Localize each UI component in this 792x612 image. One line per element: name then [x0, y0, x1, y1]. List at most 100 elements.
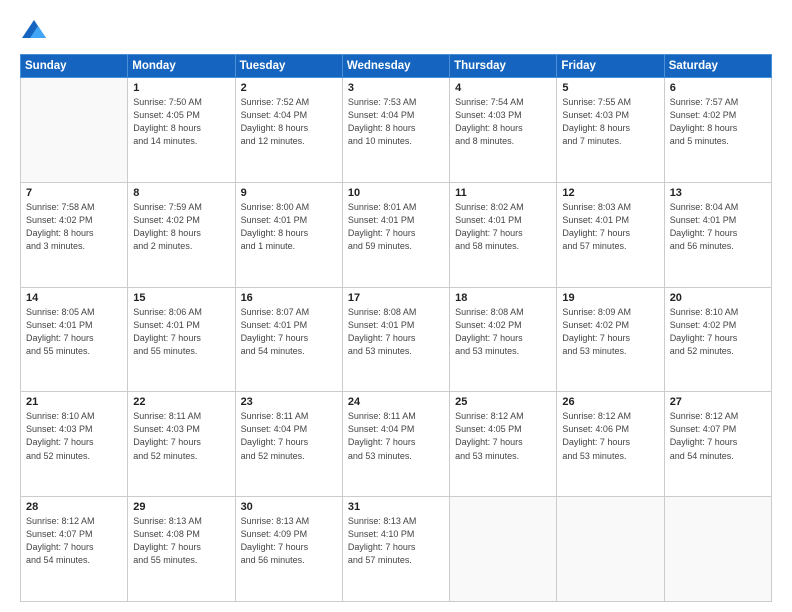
day-info: Sunrise: 8:05 AMSunset: 4:01 PMDaylight:… — [26, 306, 122, 358]
day-number: 28 — [26, 501, 122, 513]
day-number: 25 — [455, 396, 551, 408]
day-number: 26 — [562, 396, 658, 408]
calendar-cell: 14 Sunrise: 8:05 AMSunset: 4:01 PMDayligh… — [21, 287, 128, 392]
logo-icon — [20, 18, 48, 46]
calendar-cell: 18 Sunrise: 8:08 AMSunset: 4:02 PMDayligh… — [450, 287, 557, 392]
day-info: Sunrise: 8:08 AMSunset: 4:02 PMDaylight:… — [455, 306, 551, 358]
calendar-cell — [450, 497, 557, 602]
header — [20, 18, 772, 46]
day-info: Sunrise: 7:57 AMSunset: 4:02 PMDaylight:… — [670, 96, 766, 148]
day-info: Sunrise: 7:54 AMSunset: 4:03 PMDaylight:… — [455, 96, 551, 148]
logo — [20, 18, 52, 46]
day-number: 18 — [455, 292, 551, 304]
calendar-cell — [557, 497, 664, 602]
day-number: 17 — [348, 292, 444, 304]
day-info: Sunrise: 8:12 AMSunset: 4:07 PMDaylight:… — [26, 515, 122, 567]
col-header-wednesday: Wednesday — [342, 55, 449, 78]
week-row-3: 14 Sunrise: 8:05 AMSunset: 4:01 PMDayligh… — [21, 287, 772, 392]
day-info: Sunrise: 8:08 AMSunset: 4:01 PMDaylight:… — [348, 306, 444, 358]
day-number: 1 — [133, 82, 229, 94]
col-header-tuesday: Tuesday — [235, 55, 342, 78]
day-number: 2 — [241, 82, 337, 94]
day-info: Sunrise: 8:06 AMSunset: 4:01 PMDaylight:… — [133, 306, 229, 358]
day-info: Sunrise: 8:09 AMSunset: 4:02 PMDaylight:… — [562, 306, 658, 358]
calendar-cell: 31 Sunrise: 8:13 AMSunset: 4:10 PMDayligh… — [342, 497, 449, 602]
day-info: Sunrise: 8:07 AMSunset: 4:01 PMDaylight:… — [241, 306, 337, 358]
calendar-cell: 25Sunrise: 8:12 AMSunset: 4:05 PMDayligh… — [450, 392, 557, 497]
day-number: 7 — [26, 187, 122, 199]
day-number: 22 — [133, 396, 229, 408]
calendar-cell: 24Sunrise: 8:11 AMSunset: 4:04 PMDayligh… — [342, 392, 449, 497]
day-number: 9 — [241, 187, 337, 199]
day-info: Sunrise: 8:13 AMSunset: 4:09 PMDaylight:… — [241, 515, 337, 567]
day-number: 20 — [670, 292, 766, 304]
calendar-cell: 28 Sunrise: 8:12 AMSunset: 4:07 PMDayligh… — [21, 497, 128, 602]
calendar-cell: 2 Sunrise: 7:52 AMSunset: 4:04 PMDaylight… — [235, 78, 342, 183]
calendar-cell: 21 Sunrise: 8:10 AMSunset: 4:03 PMDayligh… — [21, 392, 128, 497]
col-header-monday: Monday — [128, 55, 235, 78]
day-number: 5 — [562, 82, 658, 94]
calendar-table: SundayMondayTuesdayWednesdayThursdayFrid… — [20, 54, 772, 602]
day-number: 11 — [455, 187, 551, 199]
col-header-saturday: Saturday — [664, 55, 771, 78]
day-info: Sunrise: 7:52 AMSunset: 4:04 PMDaylight:… — [241, 96, 337, 148]
day-info: Sunrise: 8:10 AMSunset: 4:03 PMDaylight:… — [26, 410, 122, 462]
day-info: Sunrise: 8:01 AMSunset: 4:01 PMDaylight:… — [348, 201, 444, 253]
day-number: 6 — [670, 82, 766, 94]
day-info: Sunrise: 8:00 AMSunset: 4:01 PMDaylight:… — [241, 201, 337, 253]
col-header-friday: Friday — [557, 55, 664, 78]
calendar-cell: 16 Sunrise: 8:07 AMSunset: 4:01 PMDayligh… — [235, 287, 342, 392]
day-number: 14 — [26, 292, 122, 304]
calendar-cell: 15 Sunrise: 8:06 AMSunset: 4:01 PMDayligh… — [128, 287, 235, 392]
day-info: Sunrise: 8:13 AMSunset: 4:10 PMDaylight:… — [348, 515, 444, 567]
day-number: 13 — [670, 187, 766, 199]
day-number: 21 — [26, 396, 122, 408]
calendar-cell: 26 Sunrise: 8:12 AMSunset: 4:06 PMDayligh… — [557, 392, 664, 497]
day-number: 12 — [562, 187, 658, 199]
day-info: Sunrise: 7:50 AMSunset: 4:05 PMDaylight:… — [133, 96, 229, 148]
calendar-cell: 12Sunrise: 8:03 AMSunset: 4:01 PMDayligh… — [557, 182, 664, 287]
day-number: 16 — [241, 292, 337, 304]
day-number: 3 — [348, 82, 444, 94]
day-number: 10 — [348, 187, 444, 199]
day-info: Sunrise: 7:53 AMSunset: 4:04 PMDaylight:… — [348, 96, 444, 148]
day-info: Sunrise: 8:11 AMSunset: 4:04 PMDaylight:… — [241, 410, 337, 462]
page: SundayMondayTuesdayWednesdayThursdayFrid… — [0, 0, 792, 612]
calendar-cell: 7 Sunrise: 7:58 AMSunset: 4:02 PMDaylight… — [21, 182, 128, 287]
day-number: 31 — [348, 501, 444, 513]
day-number: 4 — [455, 82, 551, 94]
calendar-cell: 10 Sunrise: 8:01 AMSunset: 4:01 PMDayligh… — [342, 182, 449, 287]
week-row-1: 1 Sunrise: 7:50 AMSunset: 4:05 PMDaylight… — [21, 78, 772, 183]
day-number: 8 — [133, 187, 229, 199]
day-number: 27 — [670, 396, 766, 408]
day-number: 30 — [241, 501, 337, 513]
calendar-cell: 9 Sunrise: 8:00 AMSunset: 4:01 PMDaylight… — [235, 182, 342, 287]
calendar-cell — [21, 78, 128, 183]
calendar-cell: 4 Sunrise: 7:54 AMSunset: 4:03 PMDaylight… — [450, 78, 557, 183]
day-info: Sunrise: 8:11 AMSunset: 4:03 PMDaylight:… — [133, 410, 229, 462]
week-row-5: 28 Sunrise: 8:12 AMSunset: 4:07 PMDayligh… — [21, 497, 772, 602]
calendar-cell: 22 Sunrise: 8:11 AMSunset: 4:03 PMDayligh… — [128, 392, 235, 497]
week-row-4: 21 Sunrise: 8:10 AMSunset: 4:03 PMDayligh… — [21, 392, 772, 497]
day-info: Sunrise: 8:11 AMSunset: 4:04 PMDaylight:… — [348, 410, 444, 462]
day-info: Sunrise: 7:58 AMSunset: 4:02 PMDaylight:… — [26, 201, 122, 253]
col-header-sunday: Sunday — [21, 55, 128, 78]
calendar-cell: 19Sunrise: 8:09 AMSunset: 4:02 PMDayligh… — [557, 287, 664, 392]
calendar-cell: 23Sunrise: 8:11 AMSunset: 4:04 PMDayligh… — [235, 392, 342, 497]
week-row-2: 7 Sunrise: 7:58 AMSunset: 4:02 PMDaylight… — [21, 182, 772, 287]
calendar-cell — [664, 497, 771, 602]
calendar-cell: 8 Sunrise: 7:59 AMSunset: 4:02 PMDaylight… — [128, 182, 235, 287]
calendar-cell: 27 Sunrise: 8:12 AMSunset: 4:07 PMDayligh… — [664, 392, 771, 497]
day-info: Sunrise: 7:59 AMSunset: 4:02 PMDaylight:… — [133, 201, 229, 253]
day-info: Sunrise: 8:02 AMSunset: 4:01 PMDaylight:… — [455, 201, 551, 253]
calendar-cell: 20Sunrise: 8:10 AMSunset: 4:02 PMDayligh… — [664, 287, 771, 392]
day-info: Sunrise: 8:12 AMSunset: 4:06 PMDaylight:… — [562, 410, 658, 462]
calendar-cell: 6 Sunrise: 7:57 AMSunset: 4:02 PMDaylight… — [664, 78, 771, 183]
day-info: Sunrise: 8:13 AMSunset: 4:08 PMDaylight:… — [133, 515, 229, 567]
calendar-cell: 5 Sunrise: 7:55 AMSunset: 4:03 PMDaylight… — [557, 78, 664, 183]
day-info: Sunrise: 7:55 AMSunset: 4:03 PMDaylight:… — [562, 96, 658, 148]
calendar-cell: 29Sunrise: 8:13 AMSunset: 4:08 PMDayligh… — [128, 497, 235, 602]
day-number: 15 — [133, 292, 229, 304]
day-info: Sunrise: 8:12 AMSunset: 4:07 PMDaylight:… — [670, 410, 766, 462]
calendar-cell: 1 Sunrise: 7:50 AMSunset: 4:05 PMDaylight… — [128, 78, 235, 183]
